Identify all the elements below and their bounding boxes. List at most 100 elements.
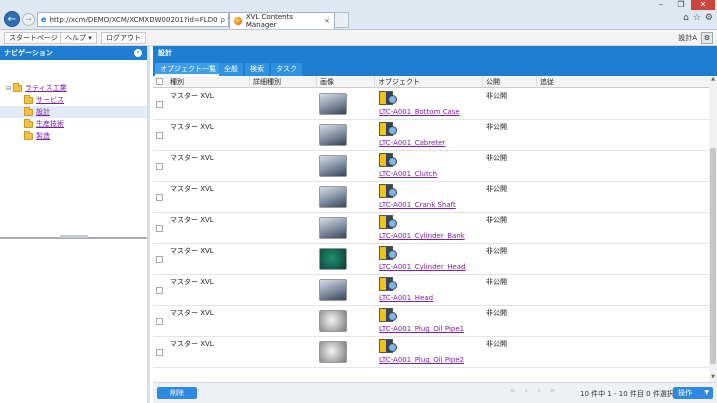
close-window-icon[interactable]: ✕	[691, 0, 715, 10]
table-row[interactable]: マスター XVL LTC-A001_Clutch 非公開	[153, 151, 709, 182]
tree-node-label[interactable]: 製造	[36, 131, 50, 141]
grid-scrollbar[interactable]: ▲ ▼	[709, 76, 717, 382]
back-button[interactable]: ←	[4, 11, 20, 27]
row-checkbox[interactable]	[156, 101, 163, 108]
table-row[interactable]: マスター XVL LTC-A001_Cylinder_Head 非公開	[153, 244, 709, 275]
row-checkbox[interactable]	[156, 287, 163, 294]
col-object[interactable]: オブジェクト	[375, 76, 483, 88]
table-row[interactable]: マスター XVL LTC-A001_Crank Shaft 非公開	[153, 182, 709, 213]
object-link[interactable]: LTC-A001_Cylinder_Bank	[379, 232, 465, 240]
object-link[interactable]: LTC-A001_Plug_Oil Pipe1	[379, 325, 464, 333]
tree-node-manufacturing[interactable]: 製造	[24, 130, 50, 142]
col-image[interactable]: 画像	[317, 76, 375, 88]
last-page-icon[interactable]: »	[550, 386, 556, 396]
logout-button[interactable]: ログアウト	[101, 32, 146, 44]
tree-node-design[interactable]: 設計	[24, 106, 50, 118]
scroll-down-icon[interactable]: ▼	[709, 374, 717, 382]
scroll-up-icon[interactable]: ▲	[709, 76, 717, 84]
row-checkbox[interactable]	[156, 256, 163, 263]
thumbnail-image[interactable]	[319, 310, 347, 332]
tree-node-label[interactable]: サービス	[36, 95, 64, 105]
tree-toggle-icon[interactable]: ⊟	[6, 85, 13, 92]
col-public[interactable]: 公開	[483, 76, 537, 88]
object-link[interactable]: LTC-A001_Bottom Case	[379, 108, 460, 116]
table-row[interactable]: マスター XVL LTC-A001_Plug_Oil Pipe2 非公開	[153, 337, 709, 368]
table-row[interactable]: マスター XVL LTC-A001_Plug_Oil Pipe1 非公開	[153, 306, 709, 337]
table-row[interactable]: マスター XVL LTC-A001_Cylinder_Bank 非公開	[153, 213, 709, 244]
gear-icon[interactable]: ⚙	[705, 13, 713, 23]
tab-close-icon[interactable]: ×	[324, 17, 330, 25]
thumbnail-image[interactable]	[319, 279, 347, 301]
row-checkbox[interactable]	[156, 194, 163, 201]
tab-task[interactable]: タスク	[271, 63, 302, 76]
first-page-icon[interactable]: «	[510, 386, 516, 396]
address-bar[interactable]: e http://xcm/DEMO/XCM/XCMXDW00201?id=FLD…	[37, 12, 229, 27]
prev-page-icon[interactable]: ‹	[525, 386, 529, 396]
thumbnail-image[interactable]	[319, 155, 347, 177]
minimize-icon[interactable]: –	[651, 0, 671, 10]
col-detail-type[interactable]: 詳細種別	[250, 76, 317, 88]
object-link[interactable]: LTC-A001_Clutch	[379, 170, 437, 178]
grid-footer: 削除 « ‹ › » 10 件中 1 - 10 件目 0 件選択中 操作 ▼	[153, 382, 717, 403]
thumbnail-image[interactable]	[319, 124, 347, 146]
new-tab-button[interactable]	[335, 12, 349, 28]
user-icon[interactable]: ⚙	[701, 32, 713, 44]
tree-node-service[interactable]: サービス	[24, 94, 64, 106]
tree-node-production-engineering[interactable]: 生産技術	[24, 118, 64, 130]
tree-node-label[interactable]: ラティス工業	[25, 83, 67, 93]
object-link[interactable]: LTC-A001_Head	[379, 294, 433, 302]
home-icon[interactable]: ⌂	[683, 13, 689, 23]
tree-node-root[interactable]: ⊟ ラティス工業	[6, 82, 67, 94]
thumbnail-image[interactable]	[319, 248, 347, 270]
xvl-file-icon[interactable]	[379, 339, 397, 353]
table-row[interactable]: マスター XVL LTC-A001_Head 非公開	[153, 275, 709, 306]
xvl-file-icon[interactable]	[379, 122, 397, 136]
main-tabs: オブジェクト一覧 全般 検索 タスク	[153, 60, 717, 76]
xvl-file-icon[interactable]	[379, 215, 397, 229]
browser-tab[interactable]: XVL Contents Manager ×	[229, 12, 335, 29]
cell-public: 非公開	[486, 340, 507, 348]
object-link[interactable]: LTC-A001_Cylinder_Head	[379, 263, 466, 271]
star-icon[interactable]: ☆	[693, 13, 701, 23]
xvl-file-icon[interactable]	[379, 91, 397, 105]
table-row[interactable]: マスター XVL LTC-A001_Bottom Case 非公開	[153, 89, 709, 120]
row-checkbox[interactable]	[156, 163, 163, 170]
folder-icon	[24, 118, 33, 128]
maximize-icon[interactable]: ❐	[671, 0, 691, 10]
operation-button[interactable]: 操作 ▼	[673, 387, 713, 399]
object-link[interactable]: LTC-A001_Plug_Oil Pipe2	[379, 356, 464, 364]
tab-object-list[interactable]: オブジェクト一覧	[155, 63, 221, 76]
next-page-icon[interactable]: ›	[537, 386, 541, 396]
table-row[interactable]: マスター XVL LTC-A001_Cabreter 非公開	[153, 120, 709, 151]
forward-button[interactable]: →	[22, 13, 35, 26]
row-checkbox[interactable]	[156, 132, 163, 139]
scroll-thumb[interactable]	[710, 148, 716, 364]
tree-node-label[interactable]: 生産技術	[36, 119, 64, 129]
object-link[interactable]: LTC-A001_Cabreter	[379, 139, 445, 147]
xvl-file-icon[interactable]	[379, 277, 397, 291]
col-type[interactable]: 種別	[167, 76, 250, 88]
tab-general[interactable]: 全般	[219, 63, 243, 76]
xvl-file-icon[interactable]	[379, 184, 397, 198]
select-all-checkbox[interactable]	[156, 78, 163, 85]
xvl-file-icon[interactable]	[379, 246, 397, 260]
thumbnail-image[interactable]	[319, 186, 347, 208]
row-checkbox[interactable]	[156, 318, 163, 325]
delete-button[interactable]: 削除	[157, 387, 197, 399]
start-page-button[interactable]: スタートページ	[4, 32, 63, 44]
collapse-icon[interactable]: ‹	[134, 49, 142, 57]
address-controls[interactable]: ρ ▾ C	[217, 15, 228, 24]
help-button[interactable]: ヘルプ ▾	[60, 32, 97, 44]
thumbnail-image[interactable]	[319, 217, 347, 239]
col-tracking[interactable]: 追従	[537, 76, 709, 88]
thumbnail-image[interactable]	[319, 93, 347, 115]
panel-splitter[interactable]	[60, 235, 88, 238]
xvl-file-icon[interactable]	[379, 308, 397, 322]
thumbnail-image[interactable]	[319, 341, 347, 363]
row-checkbox[interactable]	[156, 349, 163, 356]
tree-node-label[interactable]: 設計	[36, 107, 50, 117]
tab-search[interactable]: 検索	[245, 63, 269, 76]
row-checkbox[interactable]	[156, 225, 163, 232]
object-link[interactable]: LTC-A001_Crank Shaft	[379, 201, 456, 209]
xvl-file-icon[interactable]	[379, 153, 397, 167]
